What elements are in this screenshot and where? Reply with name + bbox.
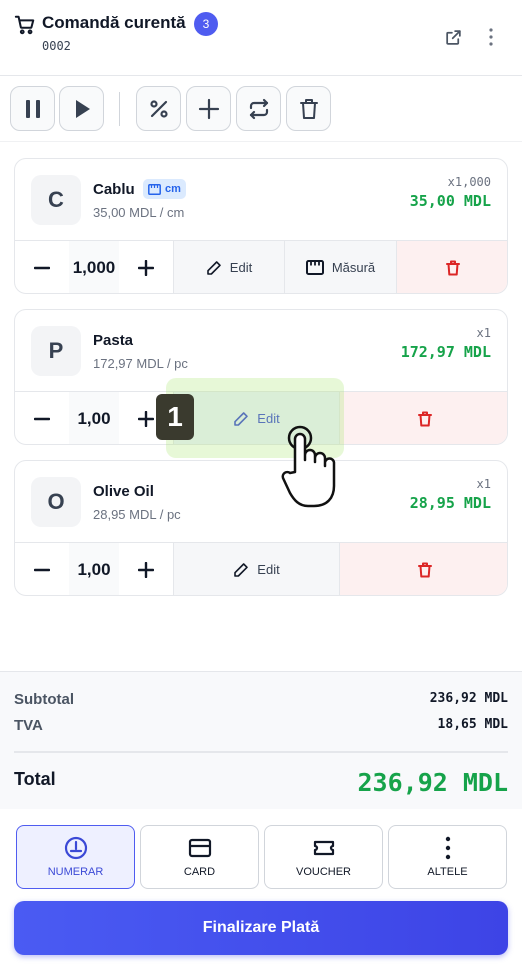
add-item-button[interactable] bbox=[186, 86, 231, 131]
item-count-badge: 3 bbox=[194, 12, 218, 36]
order-toolbar bbox=[0, 76, 522, 142]
delete-item-button[interactable] bbox=[339, 392, 507, 444]
measure-label: Măsură bbox=[331, 260, 376, 275]
item-avatar: P bbox=[31, 326, 81, 376]
plus-icon bbox=[138, 259, 154, 276]
item-unit-price: 35,00 MDL / cm bbox=[93, 205, 185, 220]
play-icon bbox=[75, 99, 90, 118]
item-quantity-tag: x1 bbox=[476, 477, 491, 491]
item-name: Olive Oil bbox=[93, 483, 154, 500]
tva-value: 18,65 MDL bbox=[437, 717, 508, 732]
tva-label: TVA bbox=[14, 717, 43, 734]
cart-icon bbox=[14, 14, 36, 36]
totals-divider bbox=[14, 751, 508, 753]
external-link-icon bbox=[445, 29, 461, 45]
page-title: Comandă curentă bbox=[42, 13, 186, 32]
order-item-card: O Olive Oil 28,95 MDL / pc x1 28,95 MDL … bbox=[14, 460, 508, 596]
minus-icon bbox=[34, 568, 50, 571]
payment-method-other[interactable]: ALTELE bbox=[388, 825, 507, 889]
trash-icon bbox=[417, 562, 432, 577]
discount-button[interactable] bbox=[136, 86, 181, 131]
trash-icon bbox=[299, 98, 318, 119]
plus-icon bbox=[198, 98, 219, 119]
play-button[interactable] bbox=[59, 86, 104, 131]
payment-method-label: CARD bbox=[183, 866, 216, 878]
edit-item-button[interactable]: Edit bbox=[173, 241, 284, 293]
pencil-icon bbox=[234, 562, 249, 577]
clear-order-button[interactable] bbox=[286, 86, 331, 131]
finalize-payment-button[interactable]: Finalizare Plată bbox=[14, 901, 508, 955]
delete-item-button[interactable] bbox=[339, 543, 507, 595]
payment-method-label: ALTELE bbox=[427, 866, 468, 878]
increase-quantity-button[interactable] bbox=[119, 543, 173, 595]
item-quantity-tag: x1,000 bbox=[447, 175, 491, 189]
edit-item-button[interactable]: Edit bbox=[173, 543, 339, 595]
swap-icon bbox=[249, 98, 268, 119]
item-unit-price: 28,95 MDL / pc bbox=[93, 507, 181, 522]
payment-method-label: VOUCHER bbox=[295, 866, 351, 878]
trash-icon bbox=[446, 260, 460, 275]
item-actions: 1,00 Edit bbox=[15, 542, 507, 595]
quantity-value[interactable]: 1,00 bbox=[69, 543, 119, 595]
item-avatar: C bbox=[31, 175, 81, 225]
pencil-icon bbox=[206, 260, 221, 275]
increase-quantity-button[interactable] bbox=[119, 241, 173, 293]
payment-method-label: NUMERAR bbox=[47, 866, 104, 878]
item-line-total: 35,00 MDL bbox=[409, 192, 491, 210]
payment-method-voucher[interactable]: VOUCHER bbox=[264, 825, 383, 889]
plus-icon bbox=[138, 410, 154, 427]
decrease-quantity-button[interactable] bbox=[15, 392, 69, 444]
total-label: Total bbox=[14, 769, 56, 789]
unit-badge: cm bbox=[143, 179, 186, 199]
decrease-quantity-button[interactable] bbox=[15, 241, 69, 293]
subtotal-label: Subtotal bbox=[14, 691, 74, 708]
more-vertical-icon bbox=[489, 28, 493, 46]
open-external-button[interactable] bbox=[442, 26, 464, 48]
toolbar-divider bbox=[119, 92, 120, 126]
ruler-icon bbox=[305, 260, 324, 275]
cash-icon bbox=[64, 836, 87, 860]
delete-item-button[interactable] bbox=[396, 241, 507, 293]
item-line-total: 28,95 MDL bbox=[409, 494, 491, 512]
item-name: Pasta bbox=[93, 332, 134, 349]
decrease-quantity-button[interactable] bbox=[15, 543, 69, 595]
percent-icon bbox=[149, 99, 168, 118]
edit-label: Edit bbox=[229, 260, 253, 275]
voucher-icon bbox=[313, 840, 334, 856]
payment-method-card[interactable]: CARD bbox=[140, 825, 259, 889]
minus-icon bbox=[34, 266, 50, 269]
plus-icon bbox=[138, 561, 154, 578]
order-totals: Subtotal 236,92 MDL TVA 18,65 MDL Total … bbox=[0, 671, 522, 809]
pause-icon bbox=[25, 99, 40, 118]
quantity-value[interactable]: 1,00 bbox=[69, 392, 119, 444]
swap-button[interactable] bbox=[236, 86, 281, 131]
item-quantity-tag: x1 bbox=[476, 326, 491, 340]
card-icon bbox=[188, 838, 211, 858]
quantity-value[interactable]: 1,000 bbox=[69, 241, 119, 293]
measure-button[interactable]: Măsură bbox=[284, 241, 396, 293]
unit-badge-label: cm bbox=[165, 183, 181, 195]
order-header: Comandă curentă 3 0002 bbox=[0, 0, 522, 76]
more-vertical-icon bbox=[445, 836, 450, 860]
item-unit-price: 172,97 MDL / pc bbox=[93, 356, 188, 371]
pause-button[interactable] bbox=[10, 86, 55, 131]
payment-method-cash[interactable]: NUMERAR bbox=[16, 825, 135, 889]
order-number: 0002 bbox=[42, 39, 71, 53]
pointing-hand-icon bbox=[281, 425, 336, 508]
total-value: 236,92 MDL bbox=[357, 768, 508, 797]
minus-icon bbox=[34, 417, 50, 420]
item-avatar: O bbox=[31, 477, 81, 527]
item-actions: 1,000 Edit Măsură bbox=[15, 240, 507, 293]
tutorial-step-marker: 1 bbox=[156, 394, 194, 440]
item-name: Cablu bbox=[93, 181, 135, 198]
subtotal-value: 236,92 MDL bbox=[429, 691, 508, 706]
order-item-card: C Cablu cm 35,00 MDL / cm x1,000 35,00 M… bbox=[14, 158, 508, 294]
edit-label: Edit bbox=[257, 562, 280, 577]
more-options-button[interactable] bbox=[480, 26, 502, 48]
ruler-icon bbox=[148, 183, 161, 195]
trash-icon bbox=[417, 411, 432, 426]
item-line-total: 172,97 MDL bbox=[400, 343, 491, 361]
